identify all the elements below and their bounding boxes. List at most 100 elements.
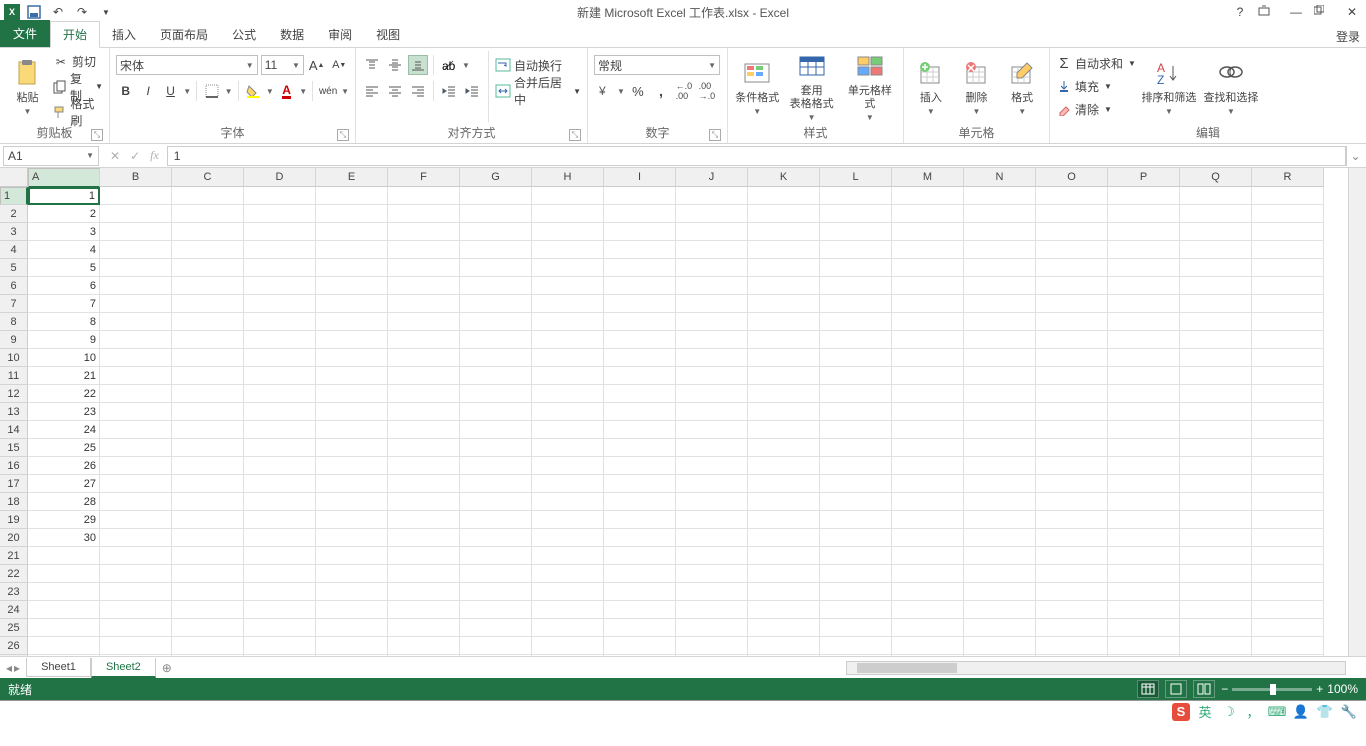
cell-D11[interactable] [244, 367, 316, 385]
cell-Q4[interactable] [1180, 241, 1252, 259]
cell-P2[interactable] [1108, 205, 1180, 223]
cell-R19[interactable] [1252, 511, 1324, 529]
cell-R2[interactable] [1252, 205, 1324, 223]
cell-O8[interactable] [1036, 313, 1108, 331]
cell-G14[interactable] [460, 421, 532, 439]
cell-J17[interactable] [676, 475, 748, 493]
cell-H23[interactable] [532, 583, 604, 601]
col-header-G[interactable]: G [460, 168, 532, 187]
cell-O21[interactable] [1036, 547, 1108, 565]
cell-O18[interactable] [1036, 493, 1108, 511]
cell-N16[interactable] [964, 457, 1036, 475]
cell-H13[interactable] [532, 403, 604, 421]
cell-F21[interactable] [388, 547, 460, 565]
cell-I2[interactable] [604, 205, 676, 223]
login-link[interactable]: 登录 [1336, 28, 1360, 45]
cell-D12[interactable] [244, 385, 316, 403]
cell-Q11[interactable] [1180, 367, 1252, 385]
cell-E19[interactable] [316, 511, 388, 529]
help-icon[interactable]: ? [1230, 5, 1250, 19]
cell-E15[interactable] [316, 439, 388, 457]
cell-K11[interactable] [748, 367, 820, 385]
cell-B27[interactable] [100, 655, 172, 656]
page-layout-view-icon[interactable] [1165, 680, 1187, 698]
cell-E7[interactable] [316, 295, 388, 313]
cell-N21[interactable] [964, 547, 1036, 565]
cell-I10[interactable] [604, 349, 676, 367]
cell-J14[interactable] [676, 421, 748, 439]
cell-R18[interactable] [1252, 493, 1324, 511]
cancel-formula-icon[interactable]: ✕ [110, 149, 120, 163]
row-header-10[interactable]: 10 [0, 349, 28, 367]
cell-Q1[interactable] [1180, 187, 1252, 205]
cell-K1[interactable] [748, 187, 820, 205]
cell-H11[interactable] [532, 367, 604, 385]
tab-file[interactable]: 文件 [0, 20, 50, 47]
cell-G20[interactable] [460, 529, 532, 547]
cell-F11[interactable] [388, 367, 460, 385]
col-header-B[interactable]: B [100, 168, 172, 187]
cell-Q5[interactable] [1180, 259, 1252, 277]
cell-D21[interactable] [244, 547, 316, 565]
cell-C17[interactable] [172, 475, 244, 493]
col-header-M[interactable]: M [892, 168, 964, 187]
cell-I7[interactable] [604, 295, 676, 313]
tray-wrench-icon[interactable]: 🔧 [1340, 703, 1358, 721]
cell-P11[interactable] [1108, 367, 1180, 385]
cell-Q20[interactable] [1180, 529, 1252, 547]
cell-G7[interactable] [460, 295, 532, 313]
row-header-11[interactable]: 11 [0, 367, 28, 385]
cell-A7[interactable]: 7 [28, 295, 100, 313]
cell-M7[interactable] [892, 295, 964, 313]
cell-F8[interactable] [388, 313, 460, 331]
cell-G3[interactable] [460, 223, 532, 241]
tab-home[interactable]: 开始 [50, 21, 100, 48]
cell-C23[interactable] [172, 583, 244, 601]
cell-M8[interactable] [892, 313, 964, 331]
cell-F13[interactable] [388, 403, 460, 421]
cell-J26[interactable] [676, 637, 748, 655]
cell-C11[interactable] [172, 367, 244, 385]
cell-K22[interactable] [748, 565, 820, 583]
col-header-N[interactable]: N [964, 168, 1036, 187]
cell-C8[interactable] [172, 313, 244, 331]
cell-M18[interactable] [892, 493, 964, 511]
cell-K27[interactable] [748, 655, 820, 656]
cell-J22[interactable] [676, 565, 748, 583]
cell-J12[interactable] [676, 385, 748, 403]
cell-B23[interactable] [100, 583, 172, 601]
cell-F17[interactable] [388, 475, 460, 493]
sheet-tab-2[interactable]: Sheet2 [91, 658, 156, 678]
cell-L21[interactable] [820, 547, 892, 565]
accept-formula-icon[interactable]: ✓ [130, 149, 140, 163]
cell-H25[interactable] [532, 619, 604, 637]
row-header-24[interactable]: 24 [0, 601, 28, 619]
cell-G18[interactable] [460, 493, 532, 511]
cell-E23[interactable] [316, 583, 388, 601]
cell-E26[interactable] [316, 637, 388, 655]
cell-P10[interactable] [1108, 349, 1180, 367]
cell-I19[interactable] [604, 511, 676, 529]
cell-C19[interactable] [172, 511, 244, 529]
cell-L5[interactable] [820, 259, 892, 277]
increase-indent-icon[interactable] [462, 81, 482, 101]
cell-N24[interactable] [964, 601, 1036, 619]
comma-icon[interactable]: , [651, 81, 671, 101]
cell-D2[interactable] [244, 205, 316, 223]
cell-I3[interactable] [604, 223, 676, 241]
tray-dot-icon[interactable]: ， [1244, 703, 1262, 721]
paste-button[interactable]: 粘贴 ▼ [6, 51, 49, 122]
cell-J10[interactable] [676, 349, 748, 367]
cell-G15[interactable] [460, 439, 532, 457]
cell-R13[interactable] [1252, 403, 1324, 421]
cell-H1[interactable] [532, 187, 604, 205]
cell-J8[interactable] [676, 313, 748, 331]
cell-O27[interactable] [1036, 655, 1108, 656]
cell-G25[interactable] [460, 619, 532, 637]
col-header-Q[interactable]: Q [1180, 168, 1252, 187]
cell-R23[interactable] [1252, 583, 1324, 601]
cell-O3[interactable] [1036, 223, 1108, 241]
cell-B5[interactable] [100, 259, 172, 277]
cell-O15[interactable] [1036, 439, 1108, 457]
cell-L19[interactable] [820, 511, 892, 529]
